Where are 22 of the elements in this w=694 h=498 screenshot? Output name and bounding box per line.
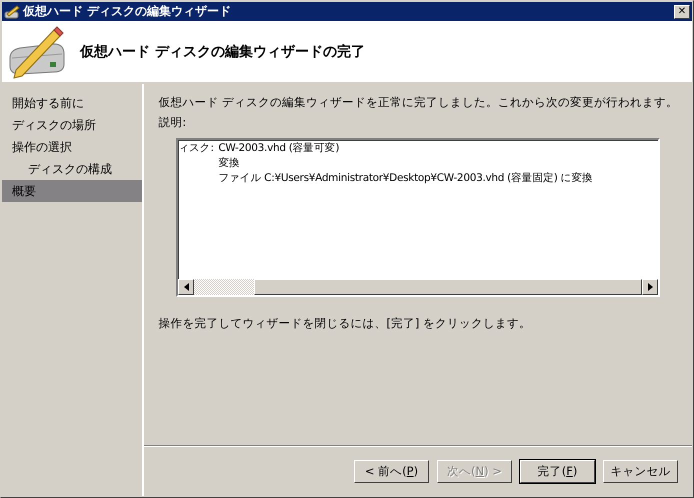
scroll-left-icon[interactable] bbox=[178, 279, 194, 295]
sidebar-item[interactable]: 開始する前に bbox=[2, 92, 142, 114]
horizontal-scrollbar[interactable] bbox=[178, 279, 658, 295]
wizard-button[interactable]: キャンセル bbox=[603, 460, 678, 482]
finish-instruction: 操作を完了してウィザードを閉じるには、[完了] をクリックします。 bbox=[158, 315, 532, 331]
sidebar-item[interactable]: ディスクの構成 bbox=[2, 158, 142, 180]
scroll-thumb[interactable] bbox=[254, 279, 642, 295]
sidebar-item[interactable]: ディスクの場所 bbox=[2, 114, 142, 136]
wizard-heading: 仮想ハード ディスクの編集ウィザードの完了 bbox=[80, 42, 365, 60]
intro-text: 仮想ハード ディスクの編集ウィザードを正常に完了しました。これから次の変更が行われます。 bbox=[158, 94, 678, 110]
close-button[interactable]: ✕ bbox=[674, 4, 690, 18]
wizard-button[interactable]: < 前へ(P) bbox=[354, 460, 429, 482]
description-value: 変換 bbox=[218, 156, 240, 171]
description-key: ィスク: bbox=[178, 141, 214, 156]
description-value: ファイル C:¥Users¥Administrator¥Desktop¥CW-2003.vhd (容量固定) に変換 bbox=[218, 171, 593, 186]
scroll-right-icon[interactable] bbox=[642, 279, 658, 295]
sidebar-item[interactable]: 概要 bbox=[2, 180, 142, 202]
description-value: CW-2003.vhd (容量可変) bbox=[218, 141, 340, 156]
description-label: 説明: bbox=[158, 114, 188, 130]
wizard-button[interactable]: 完了(F) bbox=[520, 460, 595, 482]
window-title: 仮想ハード ディスクの編集ウィザード bbox=[23, 3, 232, 20]
sidebar-item[interactable]: 操作の選択 bbox=[2, 136, 142, 158]
